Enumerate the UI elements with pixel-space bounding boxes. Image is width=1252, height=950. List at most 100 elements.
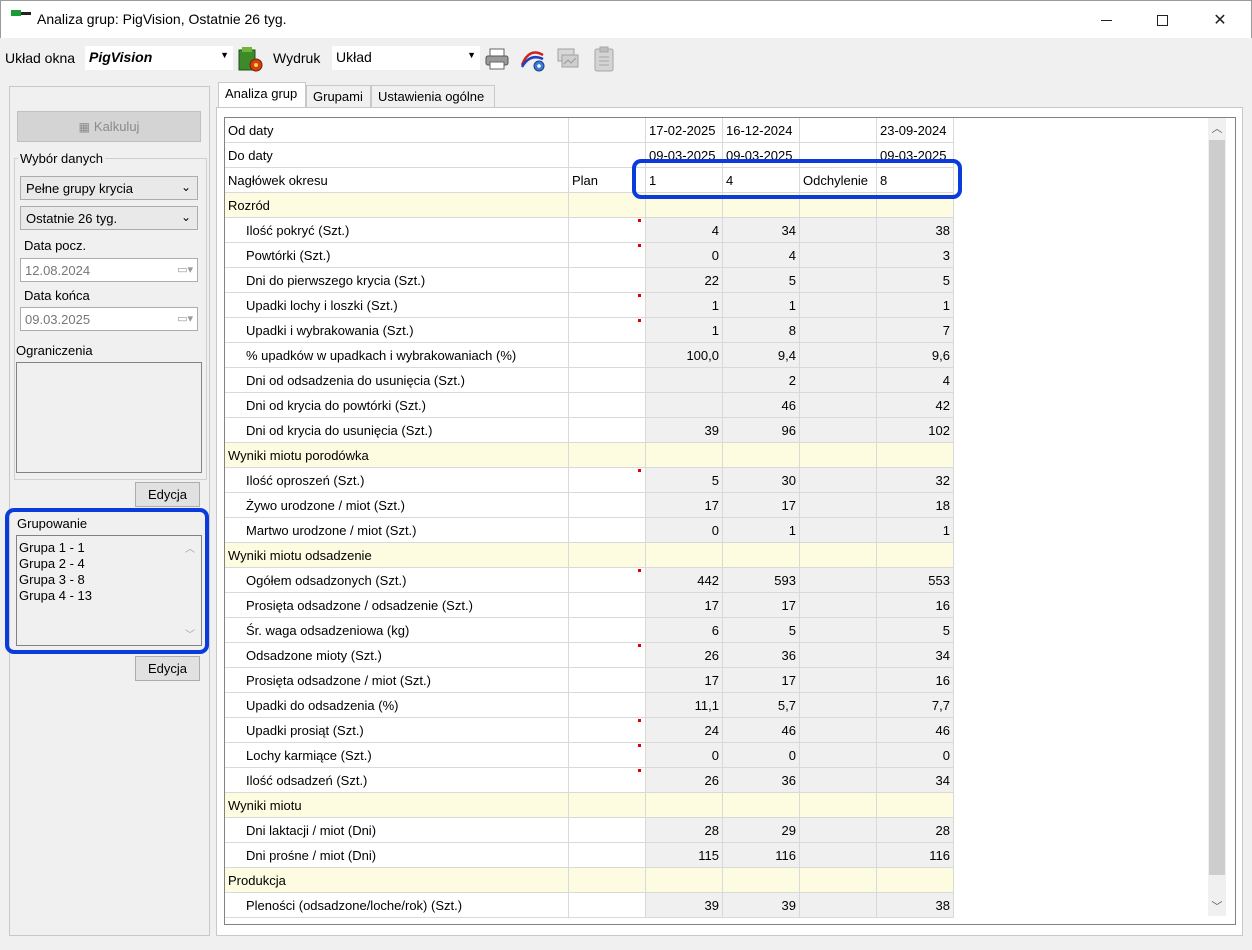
section-cell[interactable] [877,543,954,568]
value-cell[interactable] [646,393,723,418]
deviation-cell[interactable] [800,468,877,493]
printer-icon[interactable] [482,44,512,74]
deviation-cell[interactable] [800,593,877,618]
metric-label[interactable]: Dni do pierwszego krycia (Szt.) [225,268,569,293]
plan-cell[interactable] [569,368,646,393]
period-select[interactable]: Ostatnie 26 tyg. ⌄ [20,206,198,230]
plan-cell[interactable] [569,843,646,868]
deviation-cell[interactable] [800,568,877,593]
value-cell[interactable]: 0 [646,518,723,543]
value-cell[interactable]: 6 [646,618,723,643]
value-cell[interactable]: 17 [646,593,723,618]
value-cell[interactable]: 9,6 [877,343,954,368]
value-cell[interactable]: 4 [723,243,800,268]
metric-label[interactable]: Upadki prosiąt (Szt.) [225,718,569,743]
start-date-field[interactable]: 12.08.2024 ▭▾ [20,258,198,282]
section-cell[interactable] [800,443,877,468]
value-cell[interactable]: 1 [723,293,800,318]
value-cell[interactable]: 1 [646,293,723,318]
value-cell[interactable]: 28 [646,818,723,843]
plan-cell[interactable] [569,693,646,718]
value-cell[interactable]: 38 [877,893,954,918]
plan-cell[interactable] [569,618,646,643]
section-cell[interactable] [877,868,954,893]
edit-grouping-button[interactable]: Edycja [135,656,200,681]
deviation-cell[interactable] [800,743,877,768]
scroll-down-icon[interactable]: ﹀ [1208,898,1226,916]
plan-cell[interactable] [569,743,646,768]
edit-constraints-button[interactable]: Edycja [135,482,200,507]
section-cell[interactable] [646,868,723,893]
layout-settings-icon[interactable] [235,44,265,74]
deviation-cell[interactable] [800,218,877,243]
deviation-cell[interactable] [800,518,877,543]
value-cell[interactable]: 102 [877,418,954,443]
plan-cell[interactable] [569,393,646,418]
section-cell[interactable] [723,868,800,893]
value-cell[interactable]: 5 [646,468,723,493]
plan-cell[interactable] [569,893,646,918]
value-cell[interactable]: 7 [877,318,954,343]
metric-label[interactable]: Lochy karmiące (Szt.) [225,743,569,768]
value-cell[interactable]: 16 [877,593,954,618]
header-cell[interactable]: 17-02-2025 [646,118,723,143]
value-cell[interactable]: 115 [646,843,723,868]
value-cell[interactable]: 96 [723,418,800,443]
export-icon[interactable] [553,44,583,74]
metric-label[interactable]: Upadki lochy i loszki (Szt.) [225,293,569,318]
section-cell[interactable] [877,443,954,468]
metric-label[interactable]: Dni od odsadzenia do usunięcia (Szt.) [225,368,569,393]
deviation-cell[interactable] [800,668,877,693]
header-cell[interactable]: 16-12-2024 [723,118,800,143]
value-cell[interactable]: 22 [646,268,723,293]
value-cell[interactable]: 1 [877,293,954,318]
value-cell[interactable]: 17 [723,593,800,618]
plan-cell[interactable] [569,668,646,693]
header-cell[interactable] [569,118,646,143]
metric-label[interactable]: Dni od krycia do powtórki (Szt.) [225,393,569,418]
calendar-icon[interactable]: ▭▾ [177,312,193,325]
value-cell[interactable]: 32 [877,468,954,493]
deviation-cell[interactable] [800,293,877,318]
plan-cell[interactable] [569,243,646,268]
metric-label[interactable]: Pleności (odsadzone/loche/rok) (Szt.) [225,893,569,918]
deviation-cell[interactable] [800,343,877,368]
print-layout-select[interactable]: Układ ▼ [332,46,480,70]
metric-label[interactable]: Upadki do odsadzenia (%) [225,693,569,718]
value-cell[interactable]: 5 [723,618,800,643]
deviation-cell[interactable] [800,718,877,743]
value-cell[interactable]: 46 [877,718,954,743]
section-cell[interactable] [800,793,877,818]
calculate-button[interactable]: ▦ Kalkuluj [17,111,201,142]
metric-label[interactable]: Powtórki (Szt.) [225,243,569,268]
value-cell[interactable]: 42 [877,393,954,418]
deviation-cell[interactable] [800,318,877,343]
section-cell[interactable] [800,868,877,893]
value-cell[interactable]: 36 [723,643,800,668]
metric-label[interactable]: Śr. waga odsadzeniowa (kg) [225,618,569,643]
section-cell[interactable] [569,793,646,818]
value-cell[interactable]: 4 [877,368,954,393]
section-cell[interactable] [569,543,646,568]
value-cell[interactable]: 18 [877,493,954,518]
value-cell[interactable]: 0 [877,743,954,768]
plan-cell[interactable] [569,568,646,593]
section-cell[interactable] [800,543,877,568]
plan-cell[interactable] [569,268,646,293]
section-cell[interactable] [723,443,800,468]
value-cell[interactable]: 7,7 [877,693,954,718]
value-cell[interactable]: 116 [723,843,800,868]
value-cell[interactable]: 39 [646,893,723,918]
metric-label[interactable]: % upadków w upadkach i wybrakowaniach (%… [225,343,569,368]
metric-label[interactable]: Upadki i wybrakowania (Szt.) [225,318,569,343]
value-cell[interactable]: 39 [646,418,723,443]
value-cell[interactable]: 46 [723,393,800,418]
metric-label[interactable]: Ilość odsadzeń (Szt.) [225,768,569,793]
tab-general-settings[interactable]: Ustawienia ogólne [371,85,495,107]
layout-select[interactable]: PigVision ▼ [85,46,233,70]
header-cell[interactable] [800,118,877,143]
scroll-up-icon[interactable]: ︿ [1208,120,1226,138]
value-cell[interactable]: 39 [723,893,800,918]
clipboard-icon[interactable] [589,44,619,74]
metric-label[interactable]: Prosięta odsadzone / odsadzenie (Szt.) [225,593,569,618]
